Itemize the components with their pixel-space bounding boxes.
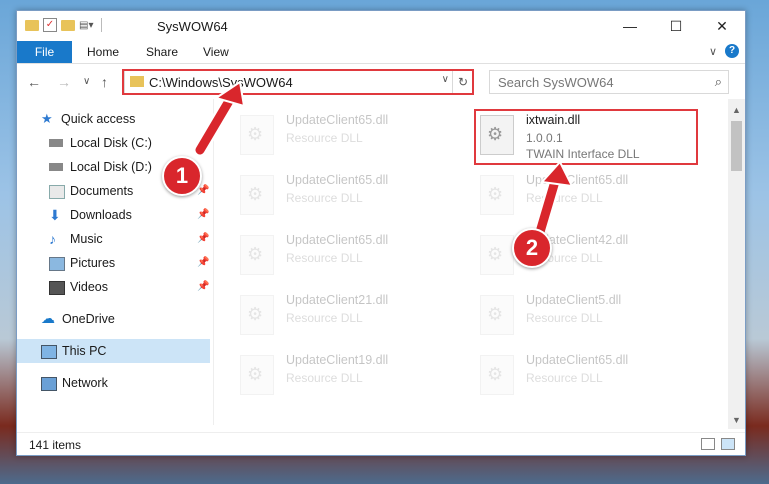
annotation-arrows [193, 80, 574, 239]
step-1-badge: 1 [162, 156, 202, 196]
step-2-badge: 2 [512, 228, 552, 268]
